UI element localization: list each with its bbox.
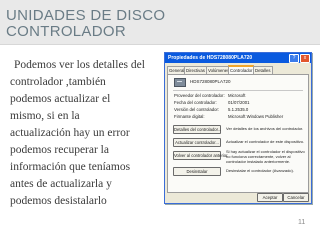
ok-button[interactable]: Aceptar [257, 193, 283, 202]
slide-title-line: CONTROLADOR [6, 23, 126, 40]
driver-details-button[interactable]: Detalles del controlador... [173, 125, 221, 134]
body-line: podemos recuperar la [10, 144, 109, 156]
device-name: HDS728080PLA720 [190, 79, 231, 84]
slide-title-line: UNIDADES DE DISCO [6, 7, 166, 24]
version-value: 5.1.2535.0 [228, 107, 249, 112]
body-line: mismo, si en la [10, 110, 80, 122]
rollback-driver-description: Si hay actualizar el controlador el disp… [226, 149, 305, 164]
signer-value: Microsoft Windows Publisher [228, 114, 284, 119]
body-line: información que teníamos [10, 161, 131, 173]
dialog-title-bar[interactable]: Propiedades de HDS728080PLA720 ? x [165, 53, 311, 63]
uninstall-description: Desinstalar el controlador (Avanzado). [226, 168, 294, 173]
hard-disk-icon [174, 78, 186, 87]
close-icon[interactable]: x [300, 54, 310, 63]
uninstall-button[interactable]: Desinstalar [173, 167, 221, 176]
signer-label: Firmante digital: [174, 114, 205, 119]
version-label: Versión del controlador: [174, 107, 220, 112]
page-number: 11 [298, 219, 306, 226]
properties-dialog: Propiedades de HDS728080PLA720 ? x Gener… [164, 52, 312, 204]
provider-label: Proveedor del controlador: [174, 93, 225, 98]
body-line: Podemos ver los detalles del [14, 59, 145, 71]
date-value: 01/07/2001 [228, 100, 250, 105]
date-label: Fecha del controlador: [174, 100, 217, 105]
provider-value: Microsoft [228, 93, 246, 98]
body-line: podemos desistalarlo [10, 195, 107, 207]
body-line: antes de actualizarla y [10, 178, 112, 190]
controlador-panel: HDS728080PLA720 Proveedor del controlado… [167, 74, 309, 193]
slide-body-text: Podemos ver los detalles del controlador… [10, 57, 160, 210]
slide-title: UNIDADES DE DISCO CONTROLADOR [6, 8, 196, 40]
update-driver-button[interactable]: Actualizar controlador... [173, 138, 221, 147]
dialog-title: Propiedades de HDS728080PLA720 [168, 55, 253, 61]
body-line: podemos actualizar el [10, 93, 111, 105]
driver-details-description: Ver detalles de los archivos del control… [226, 126, 304, 131]
update-driver-description: Actualizar el controlador de este dispos… [226, 139, 305, 144]
cancel-button[interactable]: Cancelar [283, 193, 309, 202]
body-line: actualización hay un error [10, 127, 130, 139]
help-icon[interactable]: ? [289, 54, 299, 63]
slide-title-bar: UNIDADES DE DISCO CONTROLADOR [0, 0, 320, 45]
rollback-driver-button[interactable]: Volver al controlador anterior [173, 151, 228, 160]
body-line: controlador ,también [10, 76, 106, 88]
divider [173, 90, 303, 91]
